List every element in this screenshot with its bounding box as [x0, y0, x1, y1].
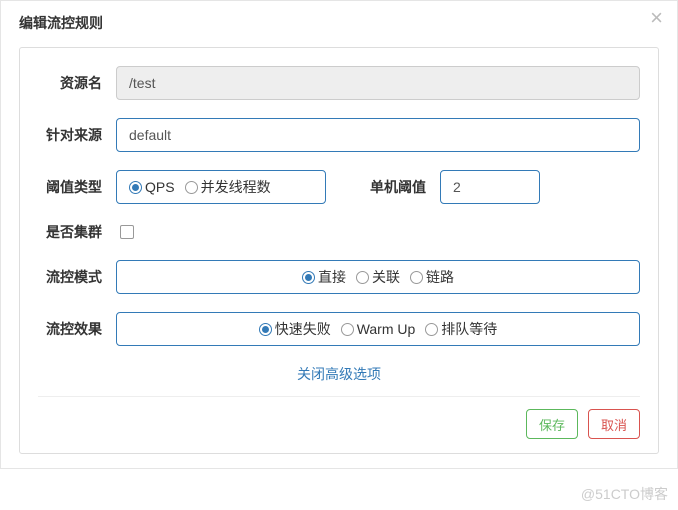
limit-app-input[interactable]	[116, 118, 640, 152]
label-limit-app: 针对来源	[38, 125, 116, 145]
radio-mode-chain-label: 链路	[426, 267, 454, 287]
radio-thread-input[interactable]	[185, 181, 198, 194]
radio-mode-chain-input[interactable]	[410, 271, 423, 284]
radio-mode-chain[interactable]: 链路	[410, 267, 454, 287]
modal-title: 编辑流控规则	[19, 15, 103, 31]
radio-effect-queue[interactable]: 排队等待	[425, 319, 497, 339]
toggle-advanced-link[interactable]: 关闭高级选项	[38, 364, 640, 384]
close-icon[interactable]: ×	[650, 7, 663, 29]
radio-effect-failfast-input[interactable]	[259, 323, 272, 336]
radio-mode-relate[interactable]: 关联	[356, 267, 400, 287]
label-effect: 流控效果	[38, 319, 116, 339]
modal-header: 编辑流控规则 ×	[1, 1, 677, 43]
radio-thread[interactable]: 并发线程数	[185, 177, 271, 197]
watermark: @51CTO博客	[581, 484, 668, 504]
label-mode: 流控模式	[38, 267, 116, 287]
label-cluster: 是否集群	[38, 222, 116, 242]
label-resource: 资源名	[38, 73, 116, 93]
radio-mode-relate-label: 关联	[372, 267, 400, 287]
radio-mode-direct-label: 直接	[318, 267, 346, 287]
radio-effect-queue-label: 排队等待	[441, 319, 497, 339]
label-single-threshold: 单机阈值	[370, 177, 426, 197]
single-threshold-input[interactable]	[440, 170, 540, 204]
modal-footer: 保存 取消	[38, 409, 640, 439]
cluster-checkbox[interactable]	[120, 225, 134, 239]
row-effect: 流控效果 快速失败 Warm Up 排队等待	[38, 312, 640, 346]
radio-qps-label: QPS	[145, 179, 175, 195]
resource-input	[116, 66, 640, 100]
radio-effect-warmup-input[interactable]	[341, 323, 354, 336]
radio-mode-direct[interactable]: 直接	[302, 267, 346, 287]
radio-mode-relate-input[interactable]	[356, 271, 369, 284]
radio-effect-warmup-label: Warm Up	[357, 321, 416, 337]
row-threshold: 阈值类型 QPS 并发线程数 单机阈值	[38, 170, 640, 204]
row-resource: 资源名	[38, 66, 640, 100]
row-limit-app: 针对来源	[38, 118, 640, 152]
effect-group: 快速失败 Warm Up 排队等待	[116, 312, 640, 346]
radio-thread-label: 并发线程数	[201, 177, 271, 197]
label-threshold-type: 阈值类型	[38, 177, 116, 197]
radio-qps[interactable]: QPS	[129, 179, 175, 195]
mode-group: 直接 关联 链路	[116, 260, 640, 294]
radio-effect-failfast[interactable]: 快速失败	[259, 319, 331, 339]
radio-effect-failfast-label: 快速失败	[275, 319, 331, 339]
threshold-type-group: QPS 并发线程数	[116, 170, 326, 204]
edit-flow-rule-modal: 编辑流控规则 × 资源名 针对来源 阈值类型 QPS	[0, 0, 678, 469]
save-button[interactable]: 保存	[526, 409, 578, 439]
row-cluster: 是否集群	[38, 222, 640, 242]
radio-mode-direct-input[interactable]	[302, 271, 315, 284]
modal-body: 资源名 针对来源 阈值类型 QPS 并发线程数	[19, 47, 659, 454]
row-mode: 流控模式 直接 关联 链路	[38, 260, 640, 294]
radio-qps-input[interactable]	[129, 181, 142, 194]
radio-effect-warmup[interactable]: Warm Up	[341, 321, 416, 337]
footer-separator	[38, 396, 640, 397]
cancel-button[interactable]: 取消	[588, 409, 640, 439]
radio-effect-queue-input[interactable]	[425, 323, 438, 336]
